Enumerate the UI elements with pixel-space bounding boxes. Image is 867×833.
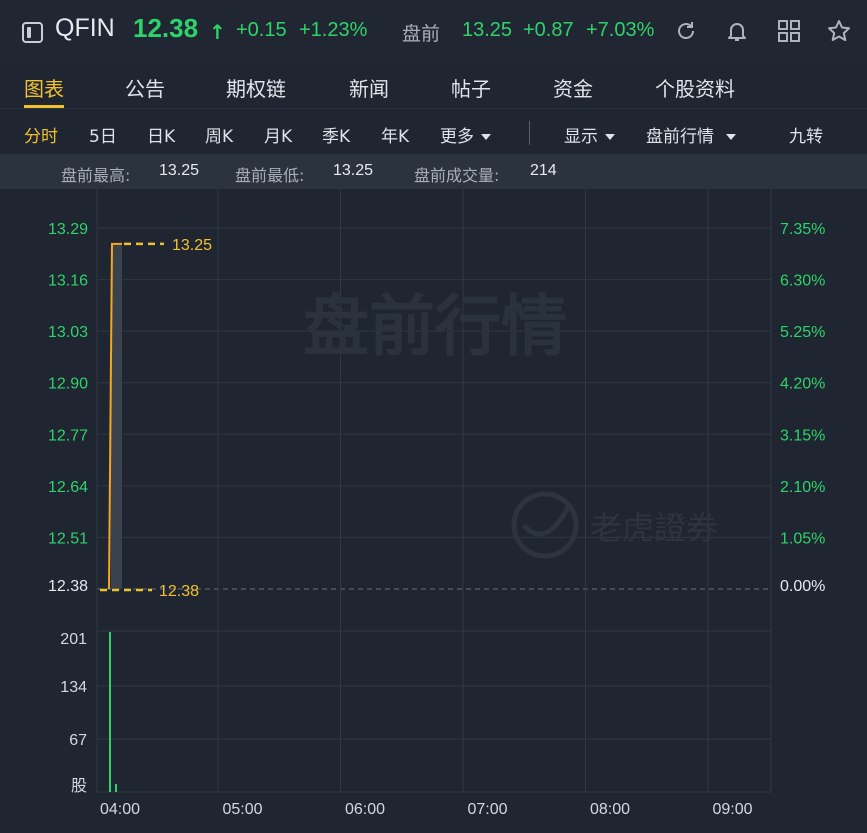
price-change-pct: +1.23% [299, 19, 368, 41]
volume-series [109, 632, 117, 792]
display-label: 显示 [564, 127, 598, 147]
more-dropdown[interactable]: 更多 [440, 122, 491, 147]
time-tick-label: 08:00 [590, 801, 630, 818]
caret-down-icon [481, 134, 491, 140]
tab-news[interactable]: 新闻 [349, 73, 389, 102]
tab-profile[interactable]: 个股资料 [655, 73, 735, 102]
watermark-title: 盘前行情 [303, 288, 567, 365]
pct-tick-label: 2.10% [780, 479, 825, 496]
up-arrow-icon: ↑ [209, 20, 226, 44]
low-label: 盘前最低: [235, 166, 305, 185]
bell-icon[interactable] [724, 18, 750, 44]
refresh-icon[interactable] [673, 18, 699, 44]
pct-tick-label: 0.00% [780, 578, 825, 595]
star-icon[interactable] [826, 18, 852, 44]
premarket-change: +0.87 [523, 19, 574, 41]
grid-lines [96, 189, 772, 793]
tab-capital[interactable]: 资金 [553, 73, 593, 102]
price-tick-label: 12.64 [48, 479, 88, 496]
price-area [111, 243, 122, 589]
divider [529, 121, 530, 145]
time-tick-label: 06:00 [345, 801, 385, 818]
pct-tick-label: 7.35% [780, 221, 825, 238]
low-value: 13.25 [333, 162, 374, 179]
caret-down-icon [726, 134, 736, 140]
time-tick-label: 09:00 [712, 801, 752, 818]
grid-icon[interactable] [776, 18, 802, 44]
price-series: 13.25 12.38 [100, 237, 212, 600]
period-weekly[interactable]: 周K [205, 122, 233, 147]
period-quarterly[interactable]: 季K [322, 122, 350, 147]
time-tick-label: 04:00 [100, 801, 140, 818]
tab-posts[interactable]: 帖子 [451, 73, 491, 102]
high-value: 13.25 [159, 162, 200, 179]
high-label: 盘前最高: [61, 166, 131, 185]
price-tick-label: 12.38 [48, 578, 88, 595]
sidebar-toggle-icon[interactable] [22, 22, 43, 43]
volume-tick-label: 134 [60, 679, 87, 696]
premarket-label: 盘前 [402, 23, 441, 45]
last-price: 12.38 [133, 13, 199, 43]
volume-unit-label: 股 [71, 776, 87, 795]
premarket-change-pct: +7.03% [586, 19, 655, 41]
premarket-quote-dropdown[interactable]: 盘前行情 [646, 122, 736, 147]
period-yearly[interactable]: 年K [381, 122, 409, 147]
volume-bar [109, 632, 111, 792]
price-tick-label: 13.29 [48, 221, 88, 238]
pct-tick-label: 1.05% [780, 530, 825, 547]
caret-down-icon [605, 134, 615, 140]
price-tick-label: 12.90 [48, 376, 88, 393]
price-tick-label: 12.77 [48, 427, 88, 444]
premarket-stats: 盘前最高: 13.25 盘前最低: 13.25 盘前成交量: 214 [0, 154, 867, 189]
nine-turn-button[interactable]: 九转 [789, 122, 823, 147]
tab-chart[interactable]: 图表 [24, 73, 64, 102]
pct-tick-label: 4.20% [780, 376, 825, 393]
price-tick-label: 13.16 [48, 273, 88, 290]
high-price-label: 13.25 [172, 237, 212, 254]
quote-header: QFIN 12.38 ↑ +0.15 +1.23% 盘前 13.25 +0.87… [0, 0, 867, 62]
time-tick-label: 07:00 [467, 801, 507, 818]
tiger-logo-icon [511, 491, 579, 559]
premarket-price: 13.25 [462, 19, 513, 41]
time-tick-label: 05:00 [222, 801, 262, 818]
price-tick-label: 13.03 [48, 324, 88, 341]
ticker-symbol: QFIN [55, 14, 115, 42]
period-monthly[interactable]: 月K [264, 122, 292, 147]
period-selector: 分时 5日 日K 周K 月K 季K 年K 更多 显示 盘前行情 九转 [0, 108, 867, 154]
intraday-chart[interactable]: 盘前行情 老虎證券 13.25 12.38 13.29 13.16 13.03 12.9… [0, 189, 867, 833]
watermark: 盘前行情 老虎證券 [303, 288, 718, 559]
base-price-label: 12.38 [159, 583, 199, 600]
pct-tick-label: 5.25% [780, 324, 825, 341]
chart-canvas[interactable]: 盘前行情 老虎證券 13.25 12.38 13.29 13.16 13.03 12.9… [0, 189, 867, 833]
pct-tick-label: 6.30% [780, 273, 825, 290]
main-tabs: 图表 公告 期权链 新闻 帖子 资金 个股资料 [0, 62, 867, 108]
price-change: +0.15 [236, 19, 287, 41]
tab-options-chain[interactable]: 期权链 [226, 73, 286, 102]
volume-bar [115, 784, 117, 792]
pct-tick-label: 3.15% [780, 427, 825, 444]
display-dropdown[interactable]: 显示 [564, 122, 615, 147]
premarket-quote-label: 盘前行情 [646, 127, 714, 147]
period-daily[interactable]: 日K [147, 122, 175, 147]
volume-tick-label: 67 [69, 732, 87, 749]
watermark-brand: 老虎證券 [590, 509, 718, 547]
period-intraday[interactable]: 分时 [24, 122, 58, 147]
volume-tick-label: 201 [60, 631, 87, 648]
period-5day[interactable]: 5日 [89, 122, 117, 147]
more-label: 更多 [440, 127, 474, 147]
price-tick-label: 12.51 [48, 530, 88, 547]
volume-value: 214 [530, 162, 557, 179]
tab-announcements[interactable]: 公告 [125, 73, 165, 102]
volume-label: 盘前成交量: [414, 166, 500, 185]
